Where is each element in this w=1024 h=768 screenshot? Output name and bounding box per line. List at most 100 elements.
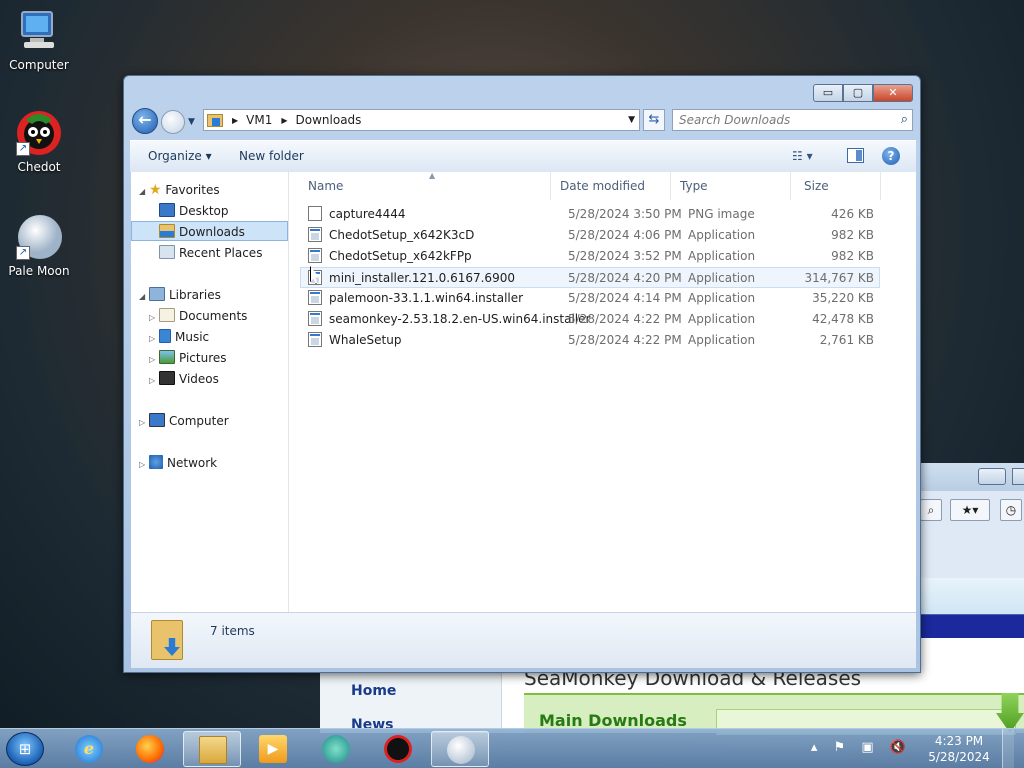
file-size: 314,767 KB — [804, 271, 874, 285]
nav-documents[interactable]: ▷ Documents — [149, 306, 247, 326]
breadcrumb-vm1[interactable]: VM1 — [246, 113, 272, 127]
forward-button[interactable] — [161, 110, 185, 134]
file-type: Application — [688, 333, 756, 347]
file-row[interactable]: WhaleSetup 5/28/2024 4:22 PM Application… — [300, 330, 880, 351]
nav-videos[interactable]: ▷ Videos — [149, 369, 219, 389]
taskbar: ⊞ e ▶ ▴ ⚑ ▣ 🔇 4:23 PM 5/28/2024 — [0, 728, 1024, 768]
nav-label: Desktop — [179, 204, 229, 218]
nav-desktop[interactable]: Desktop — [159, 201, 229, 221]
network-icon[interactable]: ▣ — [861, 740, 879, 755]
bookmarks-icon[interactable]: ★▾ — [950, 499, 990, 521]
breadcrumb: ▶ VM1 ▶ Downloads — [223, 113, 361, 127]
file-row[interactable]: ChedotSetup_x642K3cD 5/28/2024 4:06 PM A… — [300, 225, 880, 246]
nav-computer[interactable]: ▷ Computer — [139, 411, 229, 431]
show-desktop-button[interactable] — [1002, 729, 1014, 768]
organize-button[interactable]: Organize ▾ — [148, 149, 212, 163]
downloads-folder-icon — [151, 620, 183, 660]
maximize-button[interactable] — [1012, 468, 1024, 485]
file-row[interactable]: mini_installer.121.0.6167.6900 5/28/2024… — [300, 267, 880, 288]
column-header-size[interactable]: Size — [791, 172, 881, 200]
taskbar-firefox[interactable] — [121, 731, 179, 767]
column-header-date-modified[interactable]: Date modified — [551, 172, 671, 200]
application-icon — [308, 311, 322, 326]
collapse-icon[interactable]: ◢ — [139, 182, 149, 202]
background-toolbar: ⌕ ★▾ ◷ — [920, 491, 1024, 581]
file-name: WhaleSetup — [329, 333, 402, 347]
application-icon — [308, 227, 322, 242]
clock[interactable]: 4:23 PM 5/28/2024 — [924, 733, 994, 765]
nav-network[interactable]: ▷ Network — [139, 453, 217, 473]
show-hidden-icons-icon[interactable]: ▴ — [811, 740, 824, 755]
nav-downloads[interactable]: Downloads — [131, 221, 288, 241]
tray-icons: ▴ ⚑ ▣ 🔇 — [811, 740, 912, 755]
nav-libraries[interactable]: ◢ Libraries — [139, 285, 221, 305]
column-header-name[interactable]: Name ▲ — [290, 171, 551, 200]
expand-icon[interactable]: ▷ — [139, 455, 149, 475]
volume-muted-icon[interactable]: 🔇 — [890, 740, 912, 755]
file-size: 35,220 KB — [812, 291, 874, 305]
pale-moon-icon: ↗ — [16, 214, 62, 260]
taskbar-media-player[interactable]: ▶ — [244, 731, 302, 767]
nav-home-link[interactable]: Home — [351, 683, 396, 699]
file-type: Application — [688, 312, 756, 326]
collapse-icon[interactable]: ◢ — [139, 287, 149, 307]
media-player-icon: ▶ — [259, 735, 287, 763]
site-nav: Home News — [320, 673, 502, 733]
change-view-icon[interactable]: ☷ ▾ — [792, 149, 813, 163]
file-size: 426 KB — [831, 207, 874, 221]
recent-pages-dropdown[interactable]: ▼ — [188, 117, 195, 127]
new-folder-button[interactable]: New folder — [239, 149, 304, 163]
history-icon[interactable]: ◷ — [1000, 499, 1022, 521]
nav-pictures[interactable]: ▷ Pictures — [149, 348, 227, 368]
chevron-right-icon[interactable]: ▶ — [232, 116, 238, 125]
file-row[interactable]: seamonkey-2.53.18.2.en-US.win64.installe… — [300, 309, 880, 330]
expand-icon[interactable]: ▷ — [149, 350, 159, 370]
help-icon[interactable]: ? — [882, 147, 900, 165]
breadcrumb-downloads[interactable]: Downloads — [296, 113, 362, 127]
background-titlebar — [920, 463, 1024, 491]
clock-time: 4:23 PM — [934, 734, 984, 748]
taskbar-windows-explorer[interactable] — [183, 731, 241, 767]
expand-icon[interactable]: ▷ — [149, 371, 159, 391]
desktop-icon-label: Chedot — [17, 160, 61, 174]
close-button[interactable]: ✕ — [873, 84, 913, 102]
file-size: 982 KB — [831, 249, 874, 263]
search-icon[interactable]: ⌕ — [901, 112, 908, 127]
address-bar[interactable]: ▶ VM1 ▶ Downloads ▼ — [203, 109, 640, 131]
file-row[interactable]: palemoon-33.1.1.win64.installer 5/28/202… — [300, 288, 880, 309]
file-type: Application — [688, 228, 756, 242]
taskbar-internet-explorer[interactable]: e — [60, 731, 118, 767]
refresh-button[interactable]: ⇆ — [643, 109, 665, 131]
chevron-down-icon[interactable]: ▼ — [628, 115, 635, 125]
chevron-right-icon[interactable]: ▶ — [281, 116, 287, 125]
nav-music[interactable]: ▷ Music — [149, 327, 209, 347]
explorer-window[interactable]: ▭ ▢ ✕ ← ▼ ▶ VM1 ▶ Downloads ▼ ⇆ ⌕ Organi… — [123, 75, 921, 673]
action-center-flag-icon[interactable]: ⚑ — [834, 740, 852, 755]
search-input[interactable] — [679, 112, 884, 128]
details-pane: 7 items — [131, 612, 916, 668]
back-button[interactable]: ← — [132, 108, 158, 134]
start-button[interactable]: ⊞ — [6, 732, 44, 766]
file-name: capture4444 — [329, 207, 406, 221]
nav-favorites[interactable]: ◢ ★ Favorites — [139, 180, 220, 200]
preview-pane-icon[interactable] — [847, 148, 864, 163]
taskbar-whale[interactable] — [307, 731, 365, 767]
taskbar-chedot[interactable] — [369, 731, 427, 767]
minimize-button[interactable]: ▭ — [813, 84, 843, 102]
expand-icon[interactable]: ▷ — [139, 413, 149, 433]
desktop-icon-computer[interactable]: Computer — [4, 8, 74, 72]
column-header-type[interactable]: Type — [671, 172, 791, 200]
file-row[interactable]: capture4444 5/28/2024 3:50 PM PNG image … — [300, 204, 880, 225]
nav-recent-places[interactable]: Recent Places — [159, 243, 262, 263]
shortcut-arrow-icon: ↗ — [16, 142, 30, 156]
search-icon[interactable]: ⌕ — [920, 499, 942, 521]
expand-icon[interactable]: ▷ — [149, 308, 159, 328]
file-row[interactable]: ChedotSetup_x642kFPp 5/28/2024 3:52 PM A… — [300, 246, 880, 267]
desktop-icon-pale-moon[interactable]: ↗ Pale Moon — [4, 214, 74, 278]
taskbar-pale-moon[interactable] — [431, 731, 489, 767]
minimize-button[interactable] — [978, 468, 1006, 485]
search-box[interactable]: ⌕ — [672, 109, 913, 131]
expand-icon[interactable]: ▷ — [149, 329, 159, 349]
maximize-button[interactable]: ▢ — [843, 84, 873, 102]
desktop-icon-chedot[interactable]: ↗ Chedot — [4, 110, 74, 174]
